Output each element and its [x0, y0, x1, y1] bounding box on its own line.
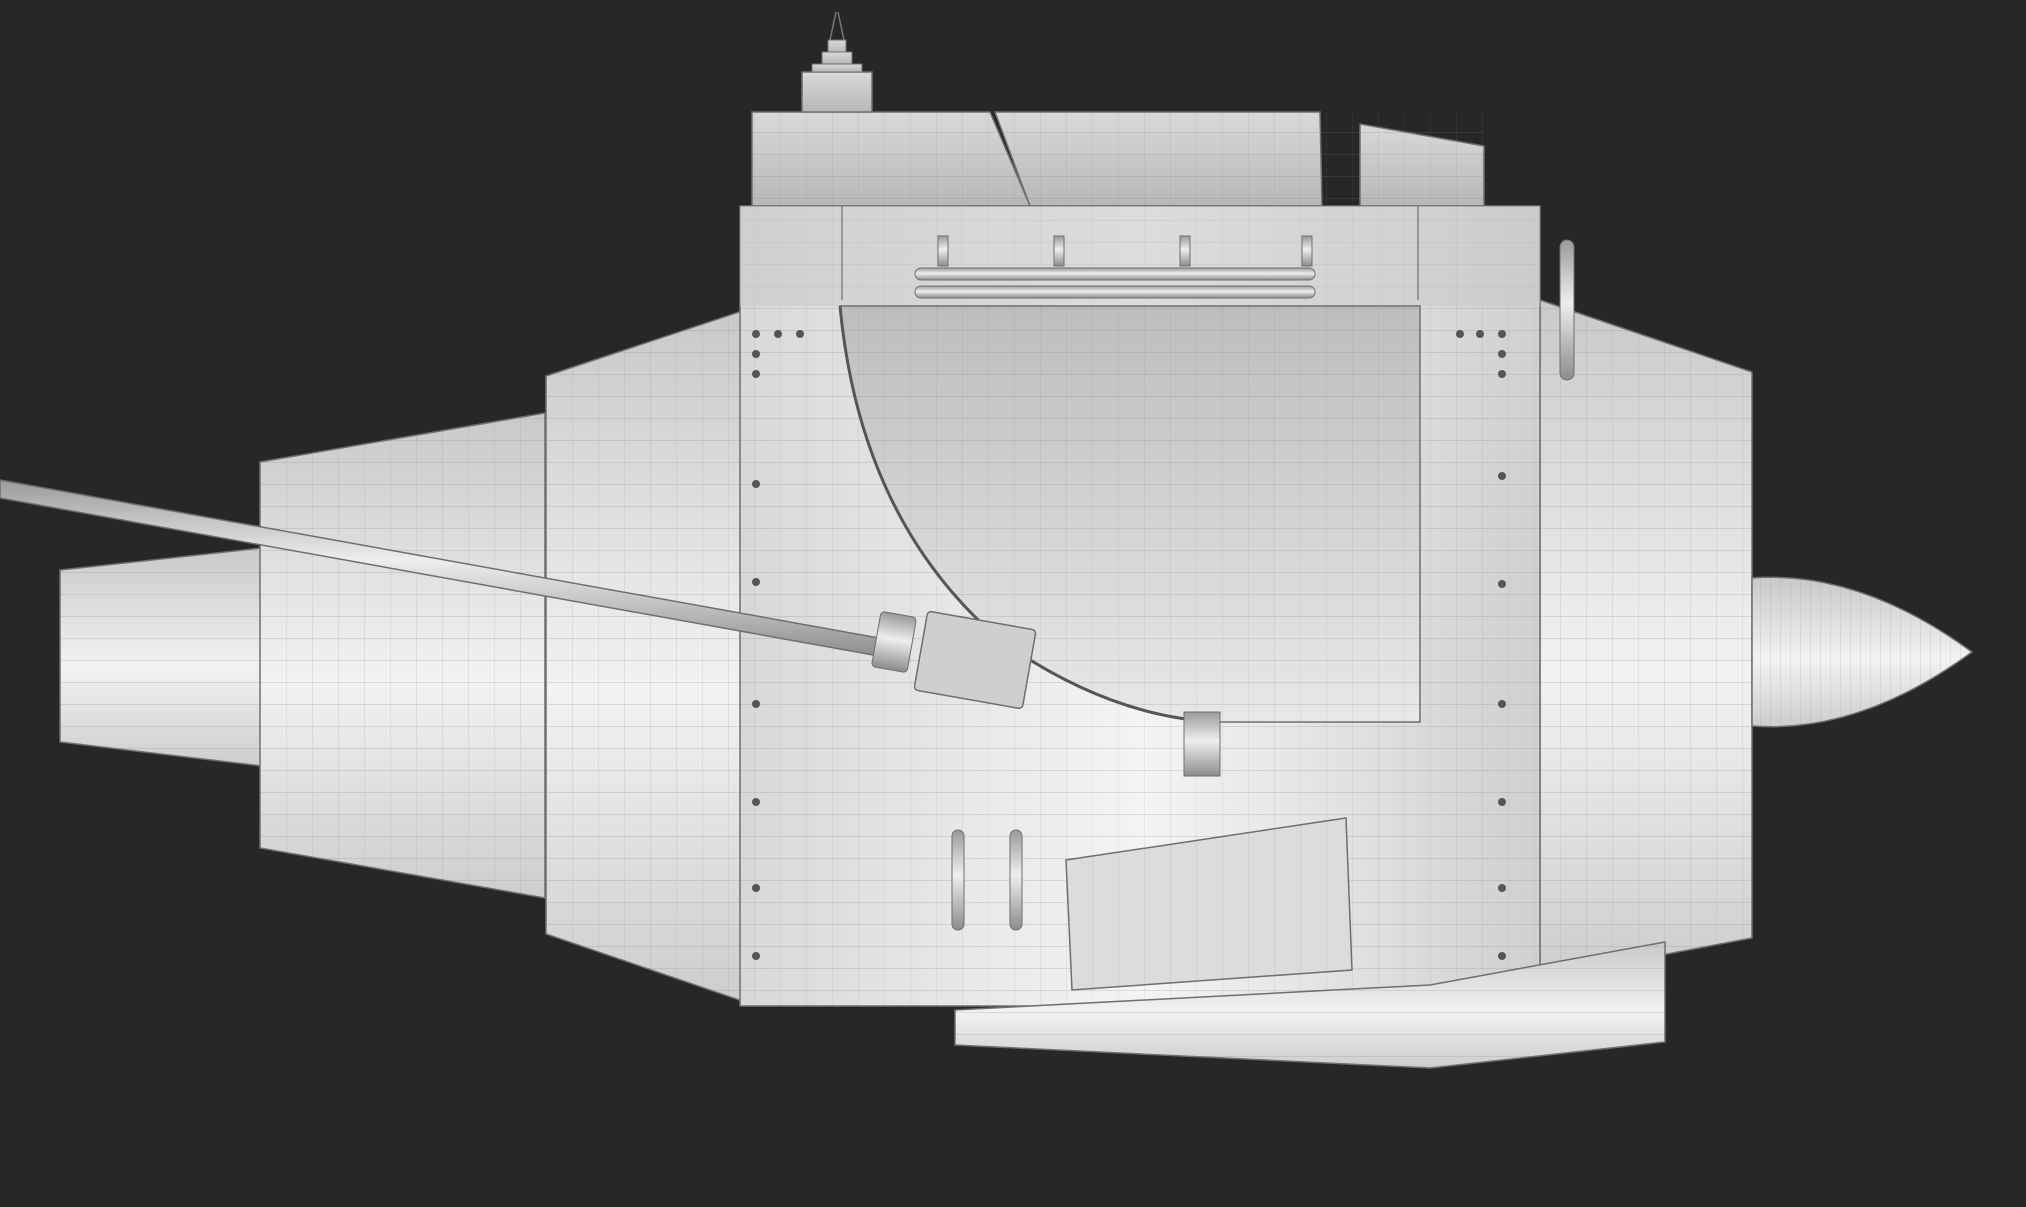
mid-nacelle: [545, 308, 746, 1004]
front-nacelle: [1539, 298, 1753, 979]
rear-nacelle: [259, 412, 546, 899]
top-mount-stack: [801, 11, 873, 113]
nose-spinner: [1751, 576, 1974, 728]
nozzle-cone: [59, 547, 263, 767]
3d-viewport[interactable]: [0, 0, 2026, 1207]
core-exhaust-pipe: [1183, 711, 1221, 777]
engine-model-render: [0, 11, 1974, 1069]
top-housing: [751, 111, 1485, 207]
